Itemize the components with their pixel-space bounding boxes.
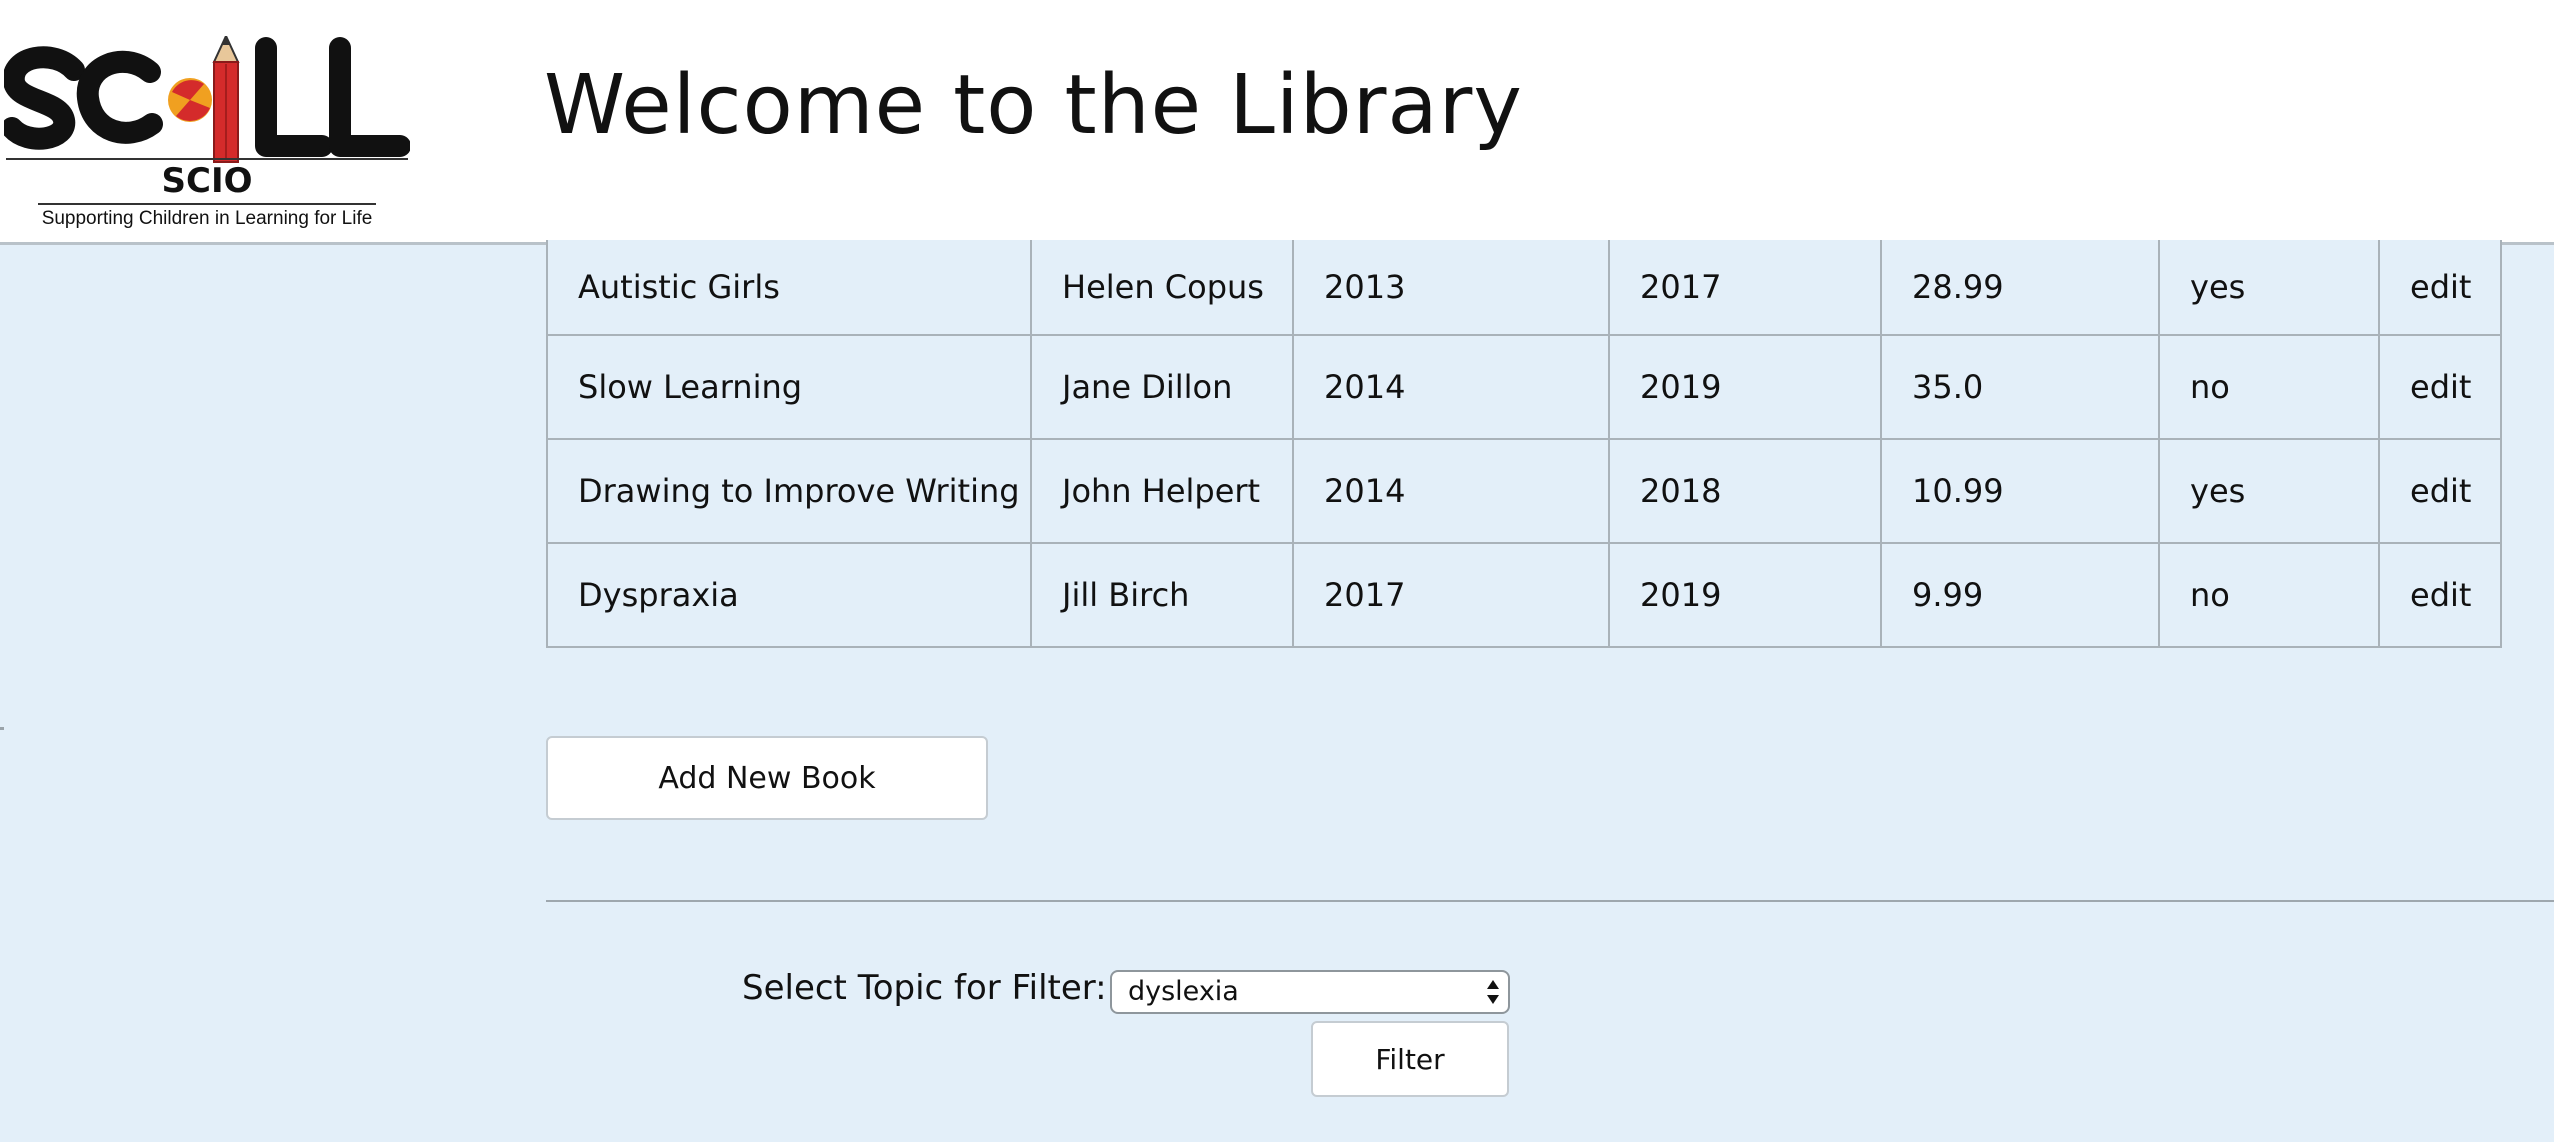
- table-row: Dyspraxia Jill Birch 2017 2019 9.99 no e…: [546, 542, 2502, 648]
- add-new-book-button[interactable]: Add New Book: [546, 736, 988, 820]
- book-year-cell: 2017: [1292, 542, 1610, 648]
- page-title: Welcome to the Library: [544, 58, 1523, 153]
- book-price-cell: 28.99: [1880, 240, 2160, 336]
- books-table: Autistic Girls Helen Copus 2013 2017 28.…: [546, 240, 2502, 648]
- book-year-cell: 2014: [1292, 334, 1610, 440]
- topic-select[interactable]: dyslexia: [1110, 970, 1510, 1014]
- table-row: Drawing to Improve Writing John Helpert …: [546, 438, 2502, 544]
- book-author-cell: Jill Birch: [1030, 542, 1294, 648]
- book-flag-cell: no: [2158, 542, 2380, 648]
- book-title-cell: Autistic Girls: [546, 240, 1032, 336]
- book-author-cell: Helen Copus: [1030, 240, 1294, 336]
- book-author-cell: John Helpert: [1030, 438, 1294, 544]
- book-year-cell: 2019: [1608, 334, 1882, 440]
- scill-logo: SCIO Supporting Children in Learning for…: [4, 36, 410, 232]
- logo-tagline: Supporting Children in Learning for Life: [42, 208, 373, 229]
- book-flag-cell: yes: [2158, 240, 2380, 336]
- left-edge-tick: [0, 727, 4, 730]
- page-header: SCIO Supporting Children in Learning for…: [0, 0, 2554, 245]
- edit-link[interactable]: edit: [2378, 240, 2502, 336]
- book-price-cell: 35.0: [1880, 334, 2160, 440]
- book-year-cell: 2017: [1608, 240, 1882, 336]
- book-year-cell: 2018: [1608, 438, 1882, 544]
- topic-select-value: dyslexia: [1128, 976, 1239, 1007]
- book-author-cell: Jane Dillon: [1030, 334, 1294, 440]
- filter-button[interactable]: Filter: [1311, 1021, 1509, 1097]
- section-divider: [546, 900, 2554, 902]
- table-row: Slow Learning Jane Dillon 2014 2019 35.0…: [546, 334, 2502, 440]
- book-price-cell: 9.99: [1880, 542, 2160, 648]
- book-flag-cell: no: [2158, 334, 2380, 440]
- book-title-cell: Slow Learning: [546, 334, 1032, 440]
- book-title-cell: Dyspraxia: [546, 542, 1032, 648]
- book-year-cell: 2013: [1292, 240, 1610, 336]
- edit-link[interactable]: edit: [2378, 438, 2502, 544]
- book-title-cell: Drawing to Improve Writing: [546, 438, 1032, 544]
- book-year-cell: 2019: [1608, 542, 1882, 648]
- book-year-cell: 2014: [1292, 438, 1610, 544]
- edit-link[interactable]: edit: [2378, 542, 2502, 648]
- logo-subtitle: SCIO: [162, 161, 253, 201]
- select-arrows-icon: [1487, 980, 1499, 1004]
- filter-label: Select Topic for Filter:: [742, 968, 1107, 1008]
- edit-link[interactable]: edit: [2378, 334, 2502, 440]
- book-price-cell: 10.99: [1880, 438, 2160, 544]
- table-row: Autistic Girls Helen Copus 2013 2017 28.…: [546, 240, 2502, 336]
- book-flag-cell: yes: [2158, 438, 2380, 544]
